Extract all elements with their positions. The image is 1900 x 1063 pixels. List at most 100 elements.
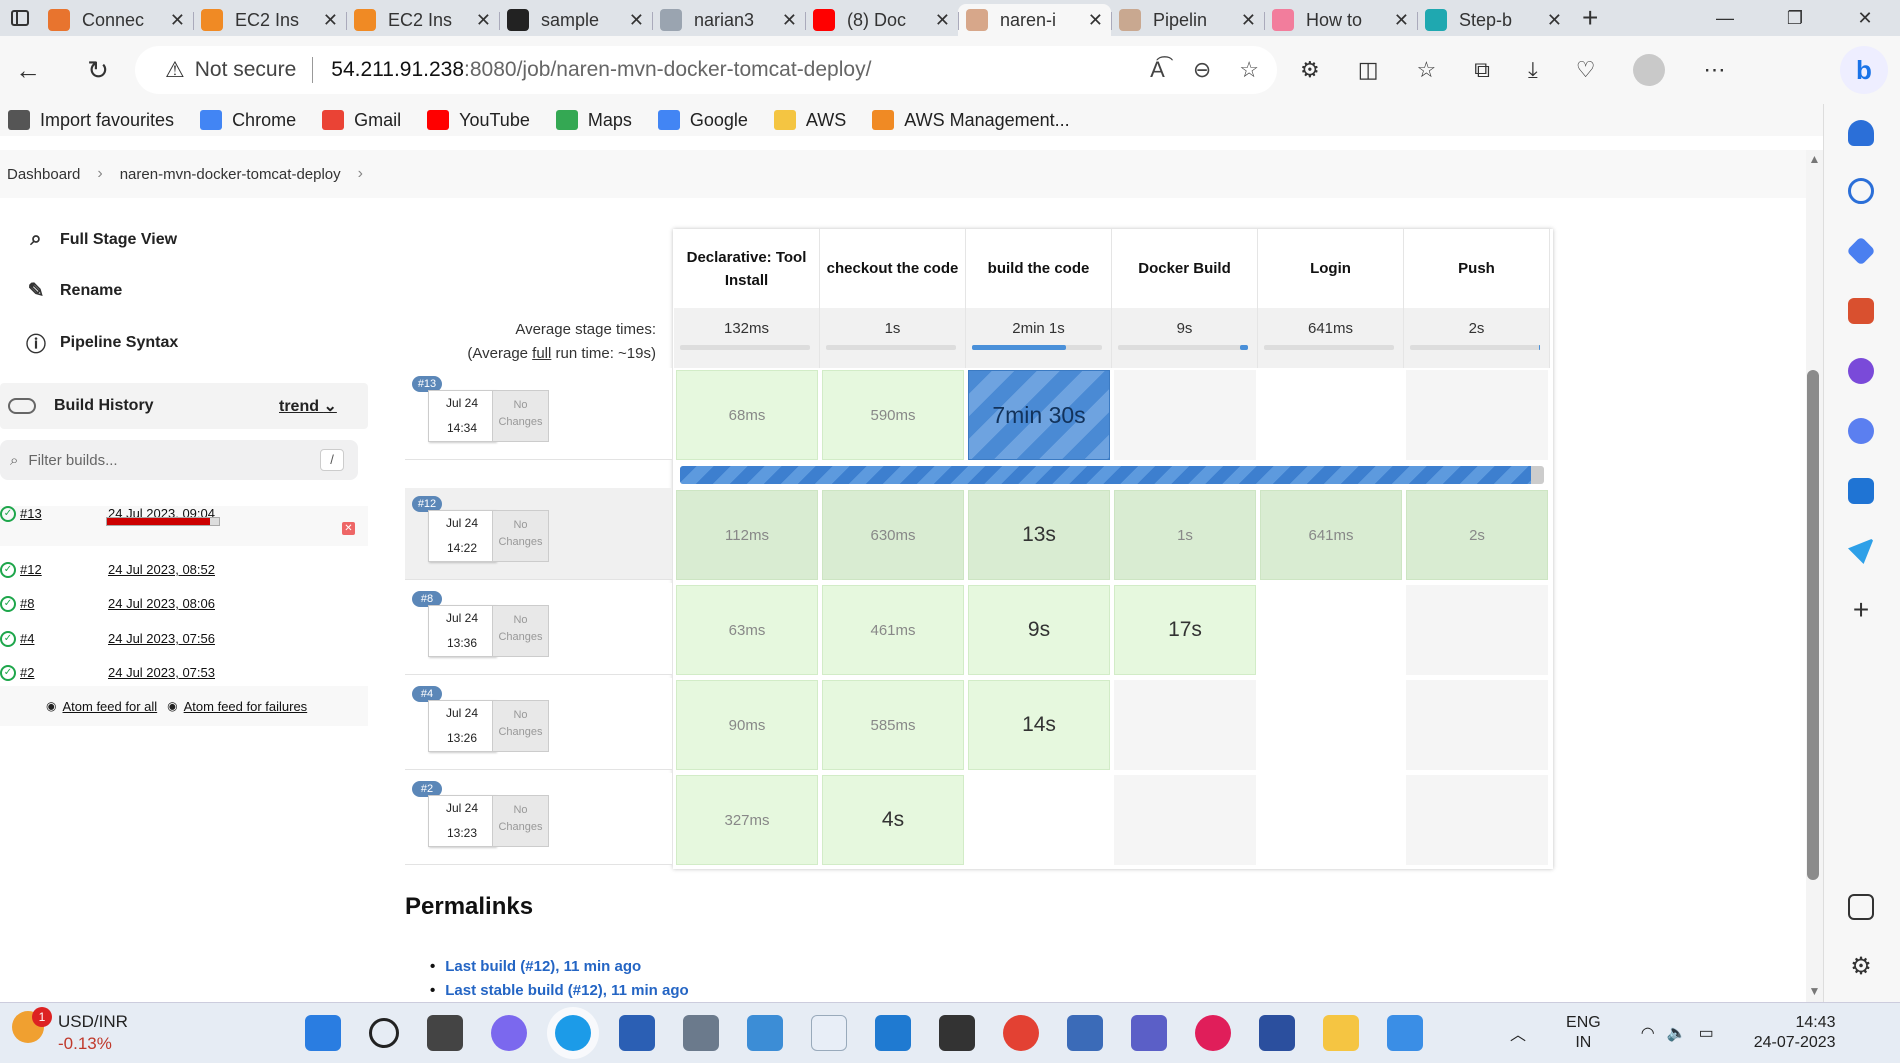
build-number-link[interactable]: #2 xyxy=(20,665,108,681)
stage-cell[interactable]: 327ms xyxy=(676,775,818,865)
stage-cell[interactable]: 4s xyxy=(822,775,964,865)
new-tab-button[interactable]: + xyxy=(1582,2,1598,34)
tab-close-icon[interactable]: ✕ xyxy=(935,10,950,31)
tab-actions-button[interactable] xyxy=(0,0,40,36)
collections-icon[interactable]: ⧉ xyxy=(1474,57,1490,83)
address-bar[interactable]: ⚠ Not secure 54.211.91.238 :8080/job/nar… xyxy=(135,46,1277,94)
browser-tab[interactable]: How to ✕ xyxy=(1264,4,1417,36)
breadcrumb-job[interactable]: naren-mvn-docker-tomcat-deploy xyxy=(120,166,341,183)
market-widget[interactable]: 1 USD/INR -0.13% xyxy=(12,1007,128,1055)
language-indicator[interactable]: ENG IN xyxy=(1566,1013,1601,1053)
tab-close-icon[interactable]: ✕ xyxy=(323,10,338,31)
browser-tab[interactable]: Pipelin ✕ xyxy=(1111,4,1264,36)
stage-cell[interactable]: 2s xyxy=(1406,490,1548,580)
profile-avatar[interactable] xyxy=(1633,54,1666,86)
zoom-icon[interactable]: ⊖ xyxy=(1193,57,1211,83)
back-button[interactable]: ← xyxy=(2,55,54,86)
tab-close-icon[interactable]: ✕ xyxy=(629,10,644,31)
stage-build-row[interactable]: #13 Jul 24 14:34 No Changes xyxy=(405,368,672,460)
shopping-tag-icon[interactable] xyxy=(1846,236,1876,266)
task-pipeline-syntax[interactable]: ⓘ Pipeline Syntax xyxy=(22,328,178,357)
favourites-icon[interactable]: ☆ xyxy=(1417,57,1437,83)
calculator-icon[interactable] xyxy=(683,1015,719,1051)
stage-cell[interactable]: 90ms xyxy=(676,680,818,770)
tab-close-icon[interactable]: ✕ xyxy=(1394,10,1409,31)
build-number-link[interactable]: #12 xyxy=(20,562,108,578)
stage-cell[interactable]: 13s xyxy=(968,490,1110,580)
meet-icon[interactable] xyxy=(491,1015,527,1051)
wifi-icon[interactable]: ◠ xyxy=(1641,1023,1655,1043)
photos-icon[interactable] xyxy=(747,1015,783,1051)
task-full-stage-view[interactable]: ⌕ Full Stage View xyxy=(22,228,177,251)
favourite-item[interactable]: Import favourites xyxy=(8,110,174,131)
stage-build-row[interactable]: #12 Jul 24 14:22 No Changes xyxy=(405,488,672,580)
read-aloud-icon[interactable]: A͡ xyxy=(1150,57,1165,83)
permalink-last-build[interactable]: Last build (#12), 11 min ago xyxy=(430,958,641,975)
chrome-icon[interactable] xyxy=(1003,1015,1039,1051)
stage-cell[interactable]: 7min 30s xyxy=(968,370,1110,460)
build-changes[interactable]: No Changes xyxy=(492,795,549,847)
teams-icon[interactable] xyxy=(1131,1015,1167,1051)
start-icon[interactable] xyxy=(305,1015,341,1051)
build-date-link[interactable]: 24 Jul 2023, 08:52 xyxy=(108,562,215,578)
stage-cell[interactable]: 17s xyxy=(1114,585,1256,675)
browser-tab[interactable]: naren-i ✕ xyxy=(958,4,1111,36)
permalink-last-stable-build[interactable]: Last stable build (#12), 11 min ago xyxy=(430,982,688,999)
tab-close-icon[interactable]: ✕ xyxy=(1241,10,1256,31)
settings-gear-icon[interactable]: ⚙ xyxy=(1848,954,1874,980)
stage-cell[interactable]: 112ms xyxy=(676,490,818,580)
task-view-icon[interactable] xyxy=(427,1015,463,1051)
stage-build-row[interactable]: #2 Jul 24 13:23 No Changes xyxy=(405,773,672,865)
extensions-icon[interactable]: ⚙ xyxy=(1300,57,1320,83)
stage-cell[interactable]: 461ms xyxy=(822,585,964,675)
stage-build-row[interactable]: #4 Jul 24 13:26 No Changes xyxy=(405,678,672,770)
stage-cell[interactable]: 68ms xyxy=(676,370,818,460)
performance-icon[interactable]: ♡ xyxy=(1576,57,1596,83)
breadcrumb-dashboard[interactable]: Dashboard xyxy=(7,166,80,183)
taskbar-search-icon[interactable] xyxy=(369,1018,399,1048)
breadcrumb-chevron-icon[interactable]: › xyxy=(358,165,363,183)
tab-close-icon[interactable]: ✕ xyxy=(1547,10,1562,31)
store-icon[interactable] xyxy=(619,1015,655,1051)
build-date-link[interactable]: 24 Jul 2023, 09:04 xyxy=(108,506,215,546)
build-history-row[interactable]: ✓ #8 24 Jul 2023, 08:06 xyxy=(0,596,368,612)
browser-tab[interactable]: (8) Doc ✕ xyxy=(805,4,958,36)
stage-cell[interactable]: 14s xyxy=(968,680,1110,770)
browser-tab[interactable]: Step-b ✕ xyxy=(1417,4,1570,36)
filter-builds-input[interactable]: ⌕ Filter builds... / xyxy=(0,440,358,480)
minimize-button[interactable]: — xyxy=(1690,0,1760,36)
favourite-star-icon[interactable]: ☆ xyxy=(1239,57,1259,83)
more-menu-icon[interactable]: ⋯ xyxy=(1703,57,1725,83)
tab-close-icon[interactable]: ✕ xyxy=(782,10,797,31)
copilot-icon[interactable]: b xyxy=(1840,46,1888,94)
network-icon[interactable] xyxy=(1259,1015,1295,1051)
stage-cell[interactable]: 585ms xyxy=(822,680,964,770)
terminal-icon[interactable] xyxy=(939,1015,975,1051)
build-changes[interactable]: No Changes xyxy=(492,390,549,442)
snipping-icon[interactable] xyxy=(811,1015,847,1051)
outlook-icon[interactable] xyxy=(1848,478,1874,504)
stage-cell[interactable]: 9s xyxy=(968,585,1110,675)
maximize-button[interactable]: ❐ xyxy=(1760,0,1830,36)
browser-tab[interactable]: Connec ✕ xyxy=(40,4,193,36)
build-date-link[interactable]: 24 Jul 2023, 07:53 xyxy=(108,665,215,681)
close-window-button[interactable]: ✕ xyxy=(1830,0,1900,36)
scrollbar-thumb[interactable] xyxy=(1807,370,1819,880)
build-changes[interactable]: No Changes xyxy=(492,700,549,752)
tab-close-icon[interactable]: ✕ xyxy=(476,10,491,31)
build-changes[interactable]: No Changes xyxy=(492,510,549,562)
build-changes[interactable]: No Changes xyxy=(492,605,549,657)
build-number-link[interactable]: #13 xyxy=(20,506,108,546)
split-screen-icon[interactable]: ◫ xyxy=(1358,57,1379,83)
abort-build-icon[interactable]: ✕ xyxy=(342,522,355,535)
browser-tab[interactable]: sample ✕ xyxy=(499,4,652,36)
refresh-button[interactable]: ↻ xyxy=(72,55,124,86)
volume-icon[interactable]: 🔈 xyxy=(1667,1023,1687,1043)
trend-dropdown[interactable]: trend ⌄ xyxy=(279,396,337,416)
build-history-row[interactable]: ✓ #4 24 Jul 2023, 07:56 xyxy=(0,631,368,647)
scroll-up-arrow-icon[interactable]: ▲ xyxy=(1806,152,1823,166)
favourite-item[interactable]: Gmail xyxy=(322,110,401,131)
downloads-icon[interactable]: ⤓ xyxy=(1528,57,1538,83)
stage-build-row[interactable]: #8 Jul 24 13:36 No Changes xyxy=(405,583,672,675)
favourite-item[interactable]: Maps xyxy=(555,110,632,131)
